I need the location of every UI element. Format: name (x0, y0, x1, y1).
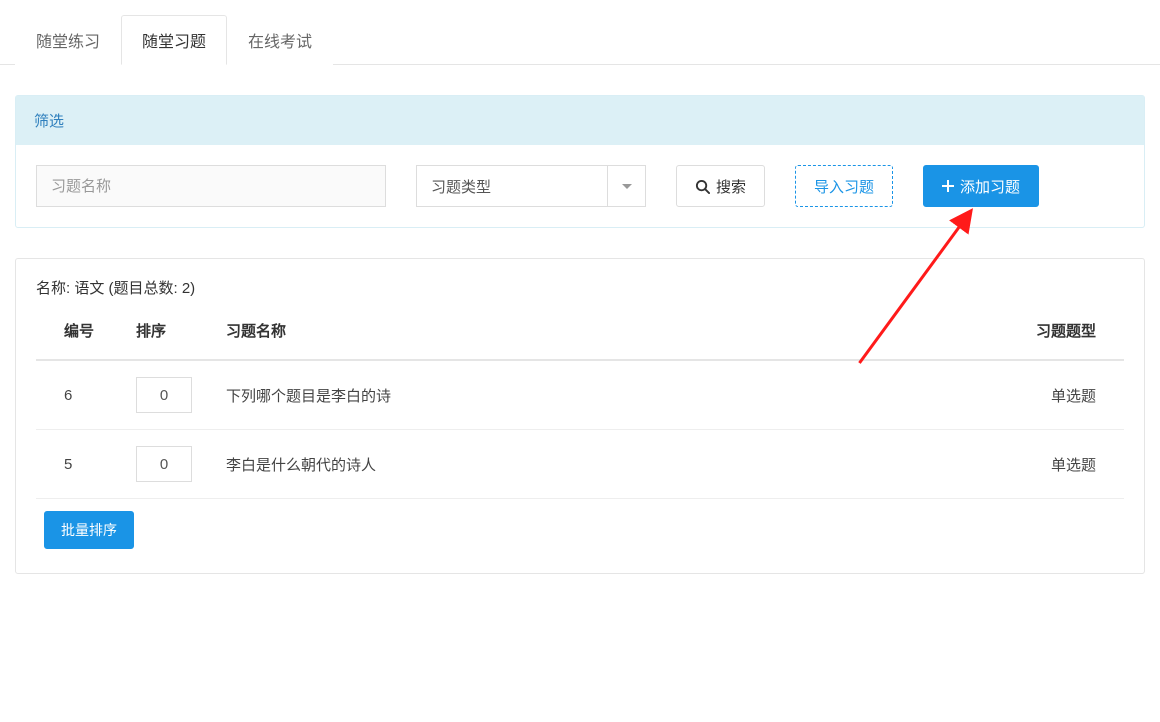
search-button-label: 搜索 (716, 176, 746, 197)
cell-id: 5 (36, 430, 126, 499)
filter-body: 习题类型 搜索 导入习题 添加习题 (16, 145, 1144, 227)
col-sort: 排序 (126, 302, 216, 360)
exercise-name-input[interactable] (36, 165, 386, 207)
search-icon (695, 179, 710, 194)
import-button-label: 导入习题 (814, 176, 874, 197)
content-panel: 名称: 语文 (题目总数: 2) 编号 排序 习题名称 习题题型 6 下列哪个题目… (15, 258, 1145, 574)
col-type: 习题题型 (1024, 302, 1124, 360)
tab-exam[interactable]: 在线考试 (227, 15, 333, 65)
chevron-down-icon (607, 166, 645, 206)
tab-exercises[interactable]: 随堂习题 (121, 15, 227, 65)
add-button-label: 添加习题 (960, 176, 1020, 197)
sort-input[interactable] (136, 377, 192, 413)
plus-icon (942, 180, 954, 192)
filter-panel: 筛选 习题类型 搜索 导入习题 添加习题 (15, 95, 1145, 228)
filter-title: 筛选 (16, 96, 1144, 145)
add-exercise-button[interactable]: 添加习题 (923, 165, 1039, 207)
exercise-table: 编号 排序 习题名称 习题题型 6 下列哪个题目是李白的诗单选题 5 李白是什么朝代的… (36, 302, 1124, 499)
table-row: 6 下列哪个题目是李白的诗单选题 (36, 360, 1124, 430)
batch-sort-label: 批量排序 (61, 520, 117, 540)
batch-sort-button[interactable]: 批量排序 (44, 511, 134, 549)
exercise-type-select[interactable]: 习题类型 (416, 165, 646, 207)
cell-type: 单选题 (1024, 430, 1124, 499)
tab-practice[interactable]: 随堂练习 (15, 15, 121, 65)
sort-input[interactable] (136, 446, 192, 482)
search-button[interactable]: 搜索 (676, 165, 765, 207)
cell-name: 李白是什么朝代的诗人 (216, 430, 1024, 499)
cell-id: 6 (36, 360, 126, 430)
col-name: 习题名称 (216, 302, 1024, 360)
table-row: 5 李白是什么朝代的诗人单选题 (36, 430, 1124, 499)
content-title: 名称: 语文 (题目总数: 2) (16, 259, 1144, 302)
cell-sort (126, 430, 216, 499)
import-button[interactable]: 导入习题 (795, 165, 893, 207)
tab-bar: 随堂练习 随堂习题 在线考试 (0, 0, 1160, 65)
cell-sort (126, 360, 216, 430)
cell-type: 单选题 (1024, 360, 1124, 430)
table-header-row: 编号 排序 习题名称 习题题型 (36, 302, 1124, 360)
col-id: 编号 (36, 302, 126, 360)
cell-name: 下列哪个题目是李白的诗 (216, 360, 1024, 430)
exercise-type-label: 习题类型 (417, 166, 607, 206)
